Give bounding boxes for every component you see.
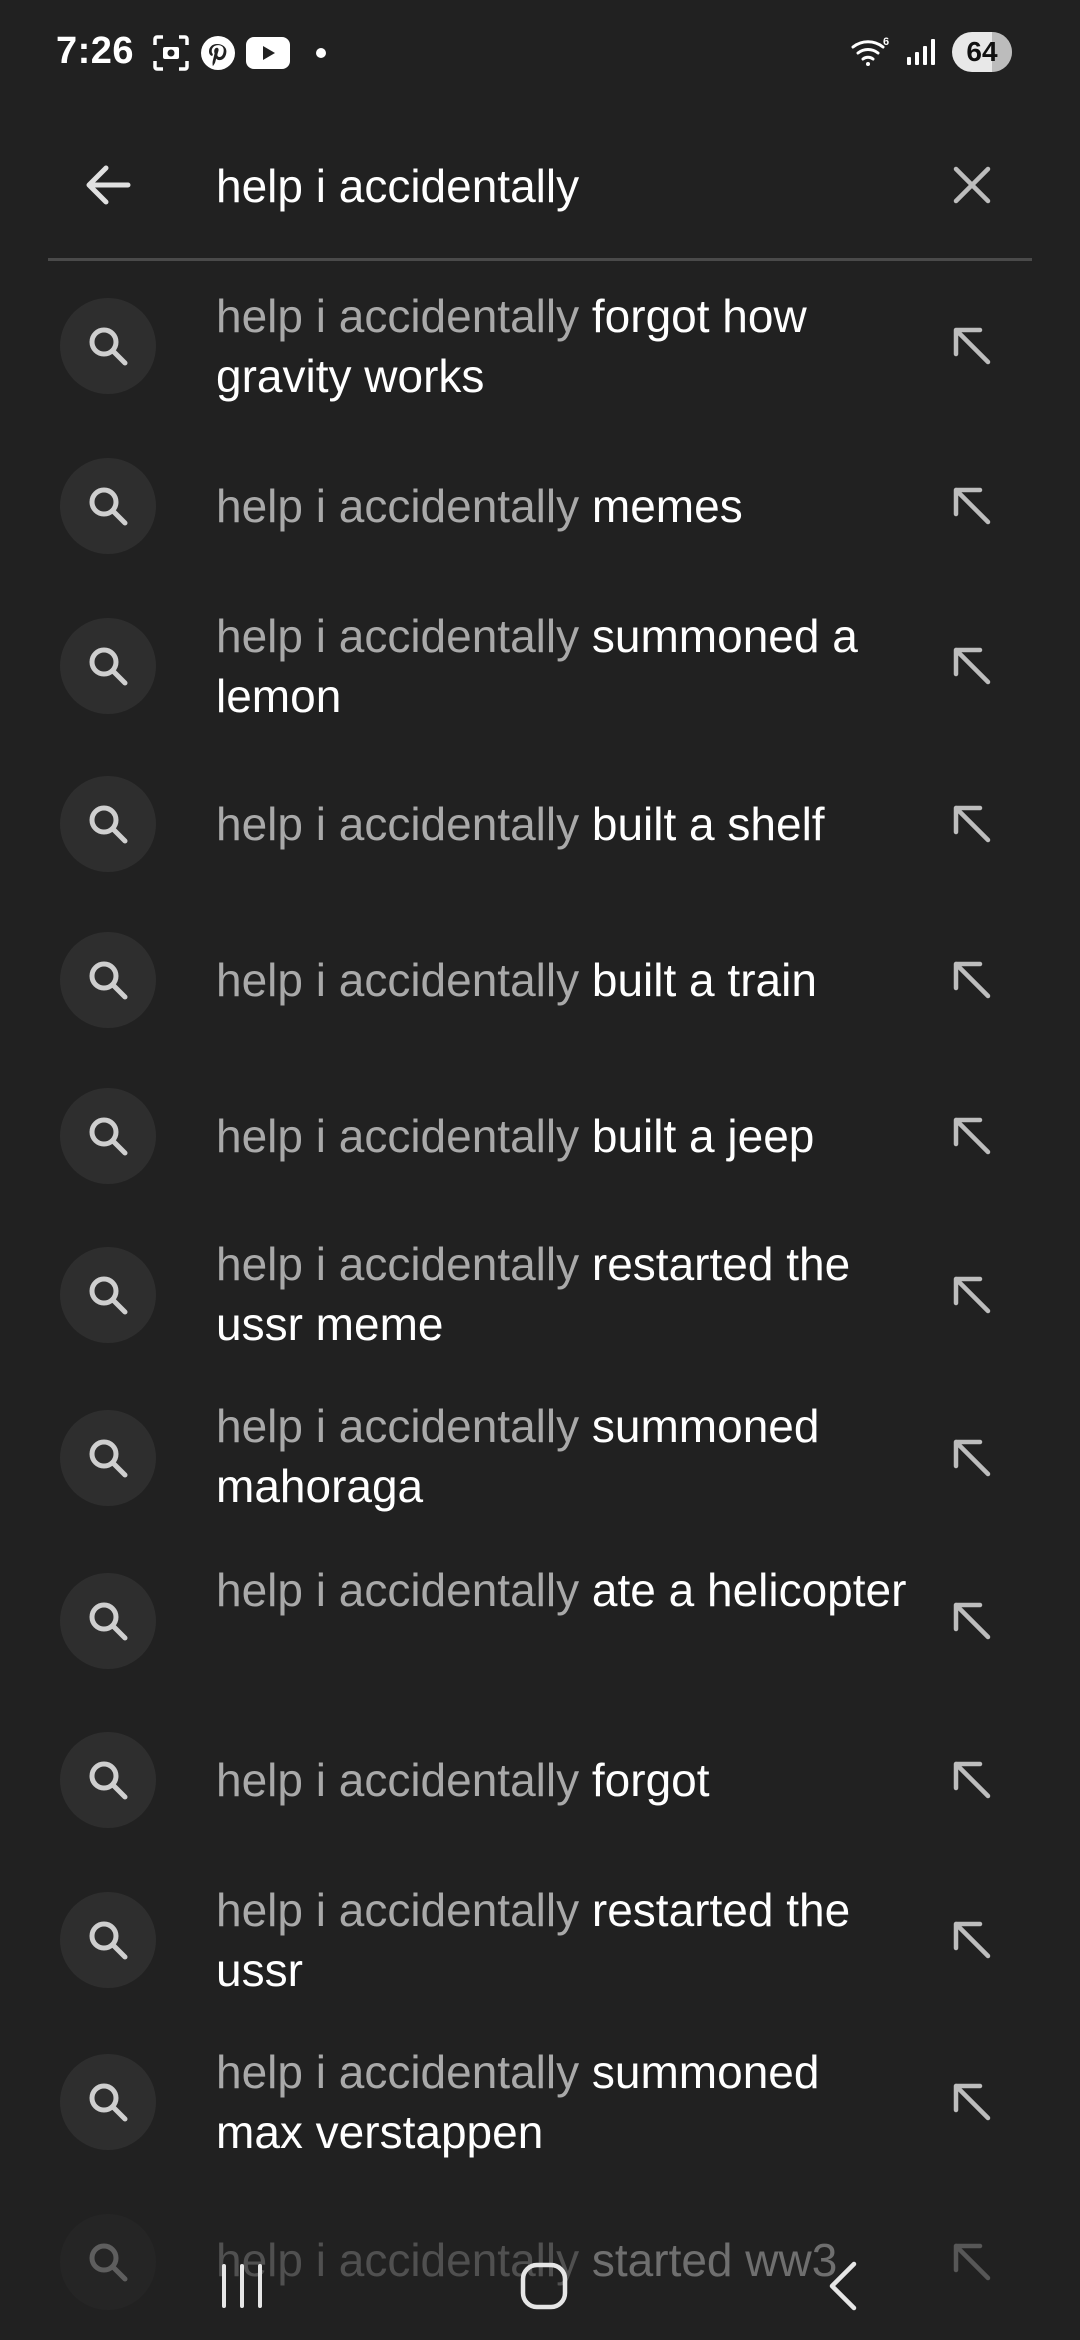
navigation-bar (0, 2220, 1080, 2340)
suggestion-query: help i accidentally (216, 1110, 580, 1162)
suggestion-row[interactable]: help i accidentally memes (0, 426, 1080, 586)
search-icon (60, 618, 156, 714)
suggestion-query: help i accidentally (216, 610, 580, 662)
back-icon (829, 2261, 857, 2311)
suggestion-text: help i accidentally built a train (216, 950, 916, 1010)
suggestion-query: help i accidentally (216, 1238, 580, 1290)
suggestion-query: help i accidentally (216, 798, 580, 850)
arrow-up-left-icon (953, 1276, 991, 1314)
search-icon (60, 776, 156, 872)
fill-query-button[interactable] (932, 306, 1012, 386)
suggestion-completion: memes (579, 480, 743, 532)
arrow-up-left-icon (953, 1602, 991, 1640)
arrow-up-left-icon (953, 647, 991, 685)
search-icon (60, 1247, 156, 1343)
suggestion-completion: forgot (579, 1754, 710, 1806)
search-icon (60, 2054, 156, 2150)
suggestion-query: help i accidentally (216, 480, 580, 532)
search-icon (60, 1410, 156, 1506)
fill-query-button[interactable] (932, 1581, 1012, 1661)
suggestion-query: help i accidentally (216, 1754, 580, 1806)
fill-query-button[interactable] (932, 1418, 1012, 1498)
suggestion-text: help i accidentally ate a helicopter (216, 1560, 916, 1620)
suggestion-text: help i accidentally forgot how gravity w… (216, 286, 916, 406)
suggestion-text: help i accidentally restarted the ussr (216, 1880, 916, 2000)
home-icon (520, 2262, 568, 2310)
search-icon (60, 932, 156, 1028)
suggestion-row[interactable]: help i accidentally summoned max verstap… (0, 2022, 1080, 2184)
search-icon (60, 298, 156, 394)
fill-query-button[interactable] (932, 466, 1012, 546)
suggestion-list: help i accidentally forgot how gravity w… (0, 0, 1080, 2340)
suggestion-query: help i accidentally (216, 1400, 580, 1452)
suggestion-row[interactable]: help i accidentally restarted the ussr (0, 1858, 1080, 2022)
fill-query-button[interactable] (932, 626, 1012, 706)
fill-query-button[interactable] (932, 2062, 1012, 2142)
arrow-up-left-icon (953, 2083, 991, 2121)
search-icon (60, 1088, 156, 1184)
fill-query-button[interactable] (932, 1255, 1012, 1335)
recent-apps-button[interactable] (192, 2236, 292, 2336)
fill-query-button[interactable] (932, 1740, 1012, 1820)
suggestion-text: help i accidentally built a jeep (216, 1106, 916, 1166)
suggestion-row[interactable]: help i accidentally ate a helicopter (0, 1540, 1080, 1702)
suggestion-completion: ate a helicopter (579, 1564, 907, 1616)
suggestion-text: help i accidentally summoned max verstap… (216, 2042, 916, 2162)
suggestion-query: help i accidentally (216, 290, 580, 342)
suggestion-row[interactable]: help i accidentally built a train (0, 902, 1080, 1058)
suggestion-text: help i accidentally forgot (216, 1750, 916, 1810)
suggestion-query: help i accidentally (216, 954, 580, 1006)
arrow-up-left-icon (953, 487, 991, 525)
suggestion-completion: built a train (579, 954, 817, 1006)
fill-query-button[interactable] (932, 940, 1012, 1020)
suggestion-query: help i accidentally (216, 1564, 580, 1616)
arrow-up-left-icon (953, 1761, 991, 1799)
suggestion-row[interactable]: help i accidentally forgot (0, 1702, 1080, 1858)
arrow-up-left-icon (953, 1117, 991, 1155)
arrow-up-left-icon (953, 805, 991, 843)
recent-apps-icon (222, 2264, 262, 2308)
suggestion-text: help i accidentally summoned a lemon (216, 606, 916, 726)
arrow-up-left-icon (953, 1439, 991, 1477)
suggestion-row[interactable]: help i accidentally forgot how gravity w… (0, 266, 1080, 426)
arrow-up-left-icon (953, 327, 991, 365)
search-icon (60, 458, 156, 554)
suggestion-row[interactable]: help i accidentally built a shelf (0, 746, 1080, 902)
nav-back-button[interactable] (796, 2236, 896, 2336)
suggestion-row[interactable]: help i accidentally restarted the ussr m… (0, 1214, 1080, 1376)
search-icon (60, 1892, 156, 1988)
suggestion-text: help i accidentally restarted the ussr m… (216, 1234, 916, 1354)
search-screen: 7:26 6 64 help i accidentally help i acc… (0, 0, 1080, 2340)
suggestion-query: help i accidentally (216, 2046, 580, 2098)
suggestion-row[interactable]: help i accidentally summoned a lemon (0, 586, 1080, 746)
fill-query-button[interactable] (932, 1900, 1012, 1980)
suggestion-row[interactable]: help i accidentally summoned mahoraga (0, 1376, 1080, 1540)
search-icon (60, 1732, 156, 1828)
home-button[interactable] (494, 2236, 594, 2336)
suggestion-completion: built a shelf (579, 798, 825, 850)
suggestion-text: help i accidentally memes (216, 476, 916, 536)
suggestion-completion: built a jeep (579, 1110, 815, 1162)
suggestion-text: help i accidentally summoned mahoraga (216, 1396, 916, 1516)
arrow-up-left-icon (953, 961, 991, 999)
arrow-up-left-icon (953, 1921, 991, 1959)
suggestion-row[interactable]: help i accidentally built a jeep (0, 1058, 1080, 1214)
suggestion-query: help i accidentally (216, 1884, 580, 1936)
search-icon (60, 1573, 156, 1669)
fill-query-button[interactable] (932, 784, 1012, 864)
battery-level: 64 (966, 36, 998, 67)
fill-query-button[interactable] (932, 1096, 1012, 1176)
suggestion-text: help i accidentally built a shelf (216, 794, 916, 854)
